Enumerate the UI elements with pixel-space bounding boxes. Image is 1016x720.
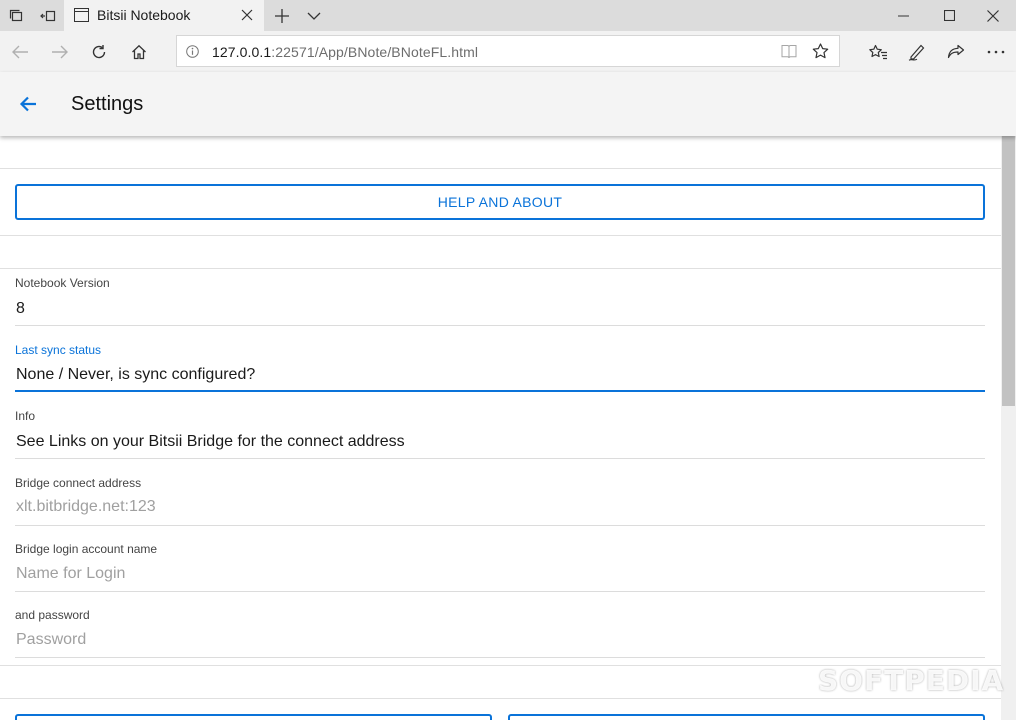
field-underline — [15, 458, 985, 459]
field-underline — [15, 525, 985, 526]
info-field: Info See Links on your Bitsii Bridge for… — [15, 409, 985, 459]
browser-tab-bar: Bitsii Notebook — [0, 0, 1016, 31]
divider — [0, 698, 1001, 699]
help-and-about-button[interactable]: HELP AND ABOUT — [15, 184, 985, 220]
bridge-address-label: Bridge connect address — [15, 476, 142, 490]
bridge-account-field: Bridge login account name — [15, 542, 985, 592]
reading-view-icon[interactable] — [781, 44, 797, 59]
tab-manager-icon[interactable] — [0, 0, 32, 31]
last-sync-status-label: Last sync status — [15, 343, 102, 357]
back-nav-icon[interactable] — [0, 31, 40, 72]
bottom-right-button[interactable] — [508, 714, 985, 720]
more-options-icon[interactable] — [976, 31, 1016, 72]
browser-nav-bar: 127.0.0.1:22571/App/BNote/BNoteFL.html — [0, 31, 1016, 72]
watermark: SOFTPEDIA — [818, 664, 1005, 697]
back-button[interactable] — [10, 86, 46, 122]
favorite-star-icon[interactable] — [812, 43, 829, 59]
minimize-icon[interactable] — [880, 0, 926, 31]
info-value: See Links on your Bitsii Bridge for the … — [16, 433, 405, 450]
new-tab-icon[interactable] — [270, 0, 294, 31]
vertical-scrollbar[interactable] — [1001, 136, 1016, 720]
refresh-icon[interactable] — [79, 31, 119, 72]
divider — [0, 268, 1001, 269]
field-underline — [15, 325, 985, 326]
password-field: and password — [15, 608, 985, 658]
scrollbar-thumb[interactable] — [1002, 136, 1015, 406]
maximize-icon[interactable] — [926, 0, 972, 31]
field-underline-focused — [15, 390, 985, 392]
page-title: Settings — [71, 93, 144, 115]
bottom-left-button[interactable] — [15, 714, 492, 720]
divider — [0, 168, 1001, 169]
favorites-hub-icon[interactable] — [858, 31, 898, 72]
field-underline — [15, 591, 985, 592]
set-tabs-aside-icon[interactable] — [32, 0, 64, 31]
last-sync-status-field: Last sync status None / Never, is sync c… — [15, 343, 985, 393]
bridge-account-input[interactable] — [15, 560, 985, 588]
notebook-version-field: Notebook Version 8 — [15, 276, 985, 326]
info-label: Info — [15, 409, 36, 423]
url-text: 127.0.0.1:22571/App/BNote/BNoteFL.html — [212, 44, 478, 60]
browser-tab[interactable]: Bitsii Notebook — [64, 0, 264, 31]
tab-title: Bitsii Notebook — [97, 7, 191, 23]
app-header: Settings — [0, 72, 1016, 136]
tab-preview-chevron-icon[interactable] — [302, 0, 326, 31]
site-info-icon[interactable] — [186, 45, 199, 58]
notebook-version-value: 8 — [16, 300, 25, 317]
url-path: :22571/App/BNote/BNoteFL.html — [271, 44, 479, 60]
close-tab-icon[interactable] — [241, 9, 253, 21]
settings-content: HELP AND ABOUT Notebook Version 8 Last s… — [0, 136, 1001, 720]
address-bar[interactable]: 127.0.0.1:22571/App/BNote/BNoteFL.html — [176, 35, 840, 67]
url-host: 127.0.0.1 — [212, 44, 272, 60]
page-icon — [74, 8, 89, 22]
close-window-icon[interactable] — [970, 0, 1016, 31]
notebook-version-label: Notebook Version — [15, 276, 110, 290]
password-label: and password — [15, 608, 90, 622]
bridge-account-label: Bridge login account name — [15, 542, 158, 556]
back-arrow-icon — [19, 96, 36, 112]
home-icon[interactable] — [119, 31, 159, 72]
bridge-address-input[interactable] — [15, 493, 985, 521]
last-sync-status-value[interactable]: None / Never, is sync configured? — [16, 366, 255, 384]
share-icon[interactable] — [936, 31, 976, 72]
bridge-address-field: Bridge connect address — [15, 476, 985, 526]
divider — [0, 235, 1001, 236]
web-note-pen-icon[interactable] — [897, 31, 937, 72]
password-input[interactable] — [15, 626, 985, 654]
field-underline — [15, 657, 985, 658]
forward-nav-icon[interactable] — [40, 31, 80, 72]
